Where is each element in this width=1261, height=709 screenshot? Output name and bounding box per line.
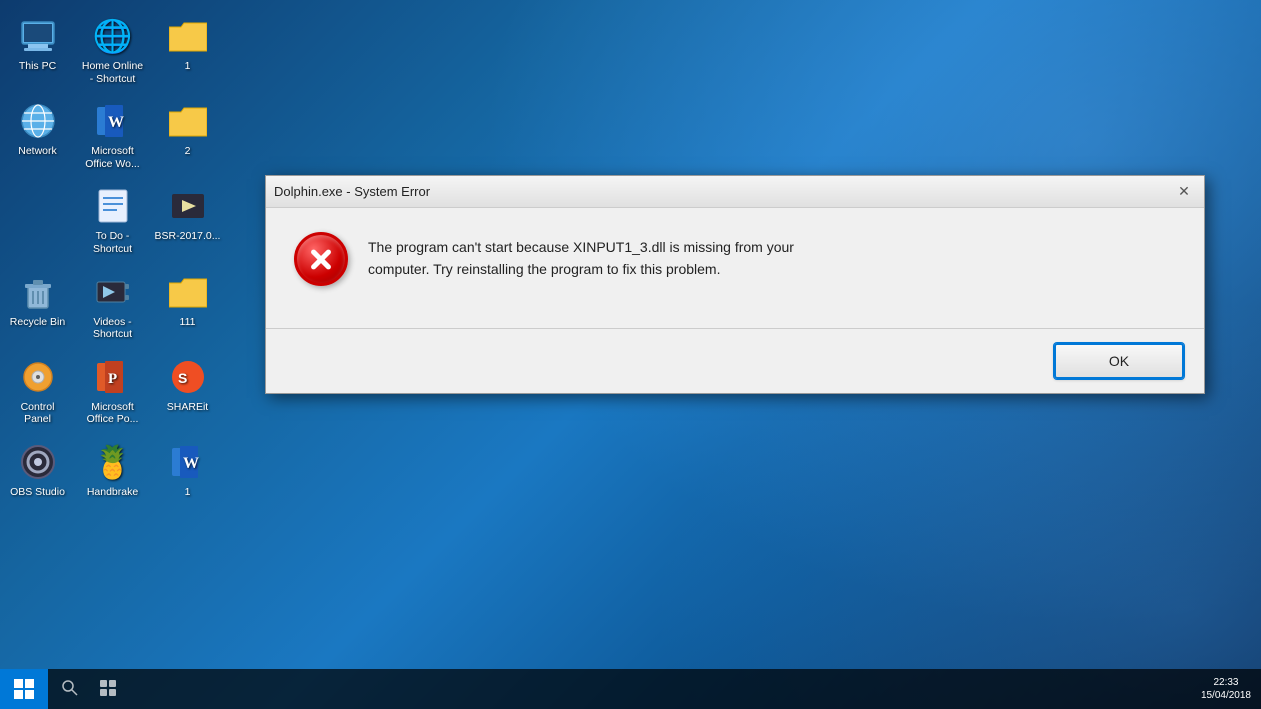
error-icon (294, 232, 348, 286)
taskbar-clock: 22:33 15/04/2018 (1201, 676, 1251, 702)
dialog-message-line2: computer. Try reinstalling the program t… (368, 261, 720, 277)
dialog-message: The program can't start because XINPUT1_… (368, 232, 1176, 281)
taskbar-task-view[interactable] (90, 670, 126, 708)
clock-time: 22:33 (1201, 676, 1251, 689)
clock-date: 15/04/2018 (1201, 689, 1251, 702)
taskbar-tray: 22:33 15/04/2018 (1191, 676, 1261, 702)
taskbar-items (48, 669, 1191, 709)
error-dialog: Dolphin.exe - System Error ✕ The program… (265, 175, 1205, 394)
taskbar-start-button[interactable] (0, 669, 48, 709)
dialog-message-line1: The program can't start because XINPUT1_… (368, 239, 794, 255)
taskbar: 22:33 15/04/2018 (0, 669, 1261, 709)
dialog-footer: OK (266, 329, 1204, 393)
dialog-overlay: Dolphin.exe - System Error ✕ The program… (0, 0, 1261, 709)
dialog-titlebar: Dolphin.exe - System Error ✕ (266, 176, 1204, 208)
dialog-ok-button[interactable]: OK (1054, 343, 1184, 379)
dialog-close-button[interactable]: ✕ (1172, 180, 1196, 204)
taskbar-search[interactable] (52, 670, 88, 708)
dialog-body: The program can't start because XINPUT1_… (266, 208, 1204, 328)
dialog-title: Dolphin.exe - System Error (274, 184, 1172, 199)
